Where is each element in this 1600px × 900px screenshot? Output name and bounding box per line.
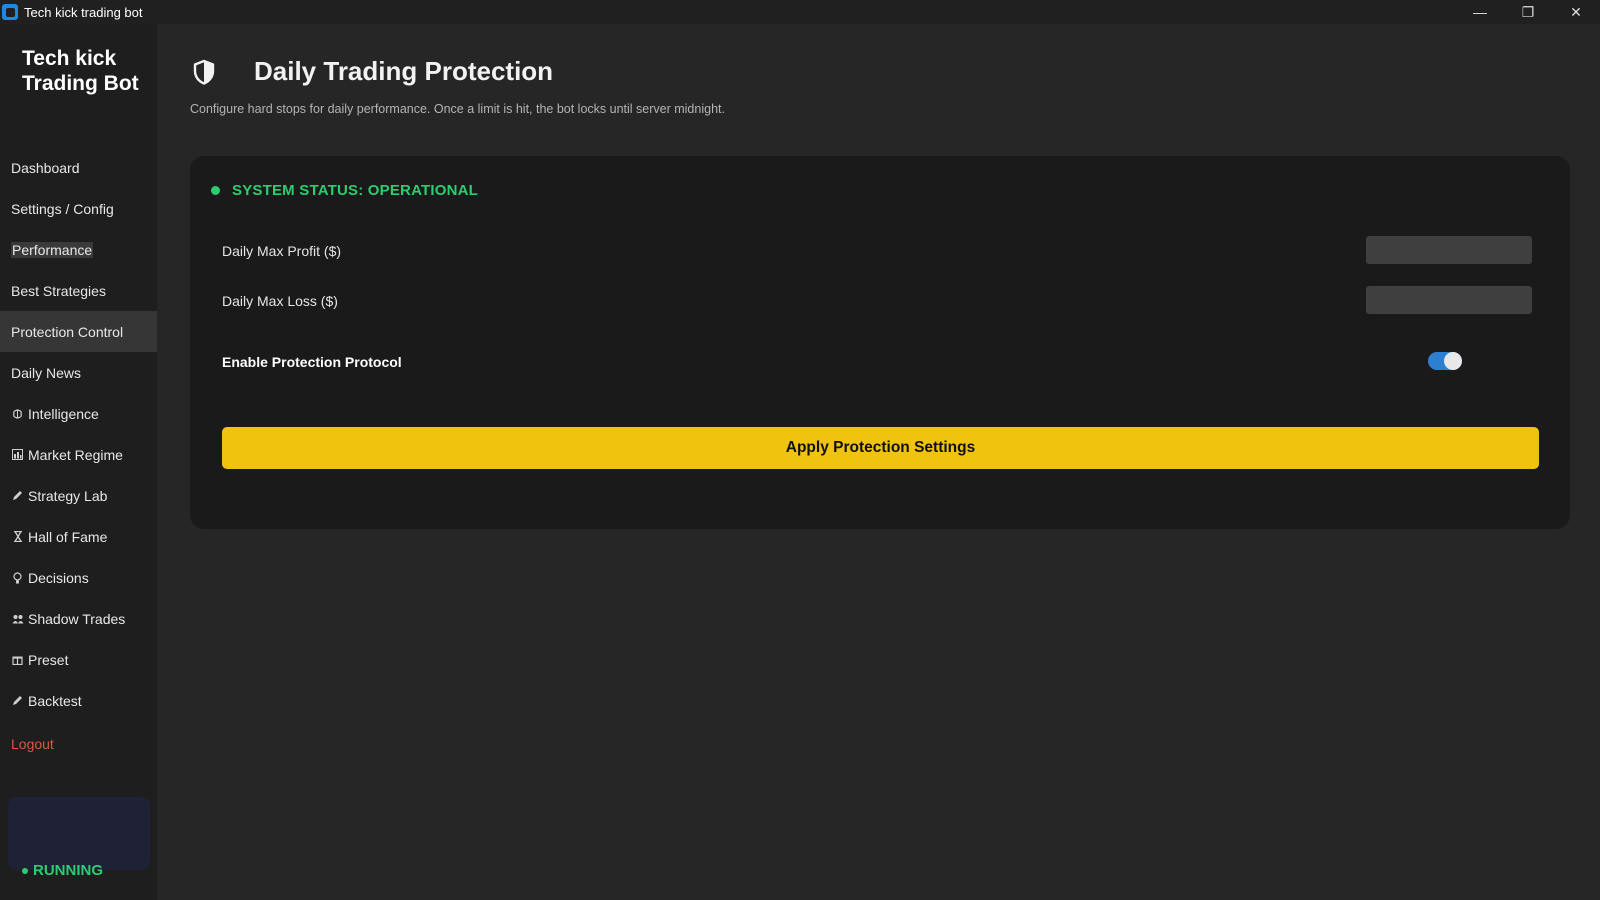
main-content: Daily Trading Protection Configure hard … <box>157 24 1600 900</box>
sidebar-item-label: Backtest <box>28 692 82 709</box>
apply-protection-button[interactable]: Apply Protection Settings <box>222 427 1539 469</box>
sidebar-item-label: Performance <box>11 241 94 258</box>
protection-protocol-label: Enable Protection Protocol <box>222 354 402 370</box>
sidebar-item-market-regime[interactable]: Market Regime <box>0 434 157 475</box>
restore-button[interactable]: ❐ <box>1504 0 1552 24</box>
sidebar-item-best-strategies[interactable]: Best Strategies <box>0 270 157 311</box>
brand-line-2: Trading Bot <box>22 72 139 95</box>
sidebar-item-label: Preset <box>28 651 69 668</box>
page-subtitle: Configure hard stops for daily performan… <box>190 102 725 116</box>
sidebar-item-label: Best Strategies <box>11 282 106 299</box>
bot-status-text: RUNNING <box>33 862 103 879</box>
max-loss-label: Daily Max Loss ($) <box>222 293 338 309</box>
sidebar-item-performance[interactable]: Performance <box>0 229 157 270</box>
sidebar-item-decisions[interactable]: Decisions <box>0 557 157 598</box>
sidebar-item-protection-control[interactable]: Protection Control <box>0 311 157 352</box>
sidebar-item-label: Daily News <box>11 364 82 381</box>
bot-status-indicator: RUNNING <box>22 862 103 879</box>
sidebar-item-intelligence[interactable]: Intelligence <box>0 393 157 434</box>
max-loss-input[interactable] <box>1366 286 1532 314</box>
sidebar-item-dashboard[interactable]: Dashboard <box>0 147 157 188</box>
sidebar-item-strategy-lab[interactable]: Strategy Lab <box>0 475 157 516</box>
system-status-text: SYSTEM STATUS: OPERATIONAL <box>232 182 479 199</box>
close-button[interactable]: ✕ <box>1552 0 1600 24</box>
brand-line-1: Tech kick <box>22 47 117 70</box>
max-profit-label: Daily Max Profit ($) <box>222 243 342 259</box>
app-icon <box>2 4 18 20</box>
sidebar-nav: Dashboard Settings / Config Performance … <box>0 147 157 721</box>
sidebar-item-label: Strategy Lab <box>28 487 108 504</box>
sidebar-item-label: Hall of Fame <box>28 528 108 545</box>
system-status: SYSTEM STATUS: OPERATIONAL <box>211 182 478 199</box>
sidebar-item-label: Protection Control <box>11 323 124 340</box>
max-profit-input[interactable] <box>1366 236 1532 264</box>
sidebar-item-shadow-trades[interactable]: Shadow Trades <box>0 598 157 639</box>
people-icon <box>11 612 24 625</box>
sidebar-item-label: Shadow Trades <box>28 610 126 627</box>
status-dot-icon <box>22 867 28 874</box>
sidebar-item-daily-news[interactable]: Daily News <box>0 352 157 393</box>
page-header: Daily Trading Protection <box>192 56 553 87</box>
status-dot-icon <box>211 186 220 195</box>
brain-icon <box>11 407 24 420</box>
window-title: Tech kick trading bot <box>24 4 143 20</box>
hourglass-icon <box>11 530 24 543</box>
pencil-icon <box>11 694 24 707</box>
sidebar-item-settings[interactable]: Settings / Config <box>0 188 157 229</box>
sidebar-item-preset[interactable]: Preset <box>0 639 157 680</box>
sidebar-item-label: Dashboard <box>11 159 80 176</box>
brand-title: Tech kick Trading Bot <box>22 46 152 96</box>
title-bar: Tech kick trading bot — ❐ ✕ <box>0 0 1600 24</box>
sidebar-item-backtest[interactable]: Backtest <box>0 680 157 721</box>
window-controls: — ❐ ✕ <box>1456 0 1600 24</box>
page-title: Daily Trading Protection <box>254 56 554 86</box>
toggle-knob <box>1444 352 1462 370</box>
protection-card: SYSTEM STATUS: OPERATIONAL Daily Max Pro… <box>190 156 1570 529</box>
bar-chart-icon <box>11 448 24 461</box>
gift-icon <box>11 653 24 666</box>
lightbulb-icon <box>11 571 24 584</box>
protection-protocol-toggle[interactable] <box>1428 352 1462 370</box>
sidebar-item-label: Settings / Config <box>11 200 114 217</box>
minimize-button[interactable]: — <box>1456 0 1504 24</box>
sidebar-item-label: Decisions <box>28 569 89 586</box>
sidebar-item-label: Intelligence <box>28 405 99 422</box>
logout-link[interactable]: Logout <box>11 736 54 752</box>
pencil-icon <box>11 489 24 502</box>
sidebar: Tech kick Trading Bot Dashboard Settings… <box>0 24 157 900</box>
sidebar-status-panel <box>8 797 150 870</box>
shield-icon <box>192 59 216 85</box>
sidebar-item-hall-of-fame[interactable]: Hall of Fame <box>0 516 157 557</box>
sidebar-item-label: Market Regime <box>28 446 123 463</box>
